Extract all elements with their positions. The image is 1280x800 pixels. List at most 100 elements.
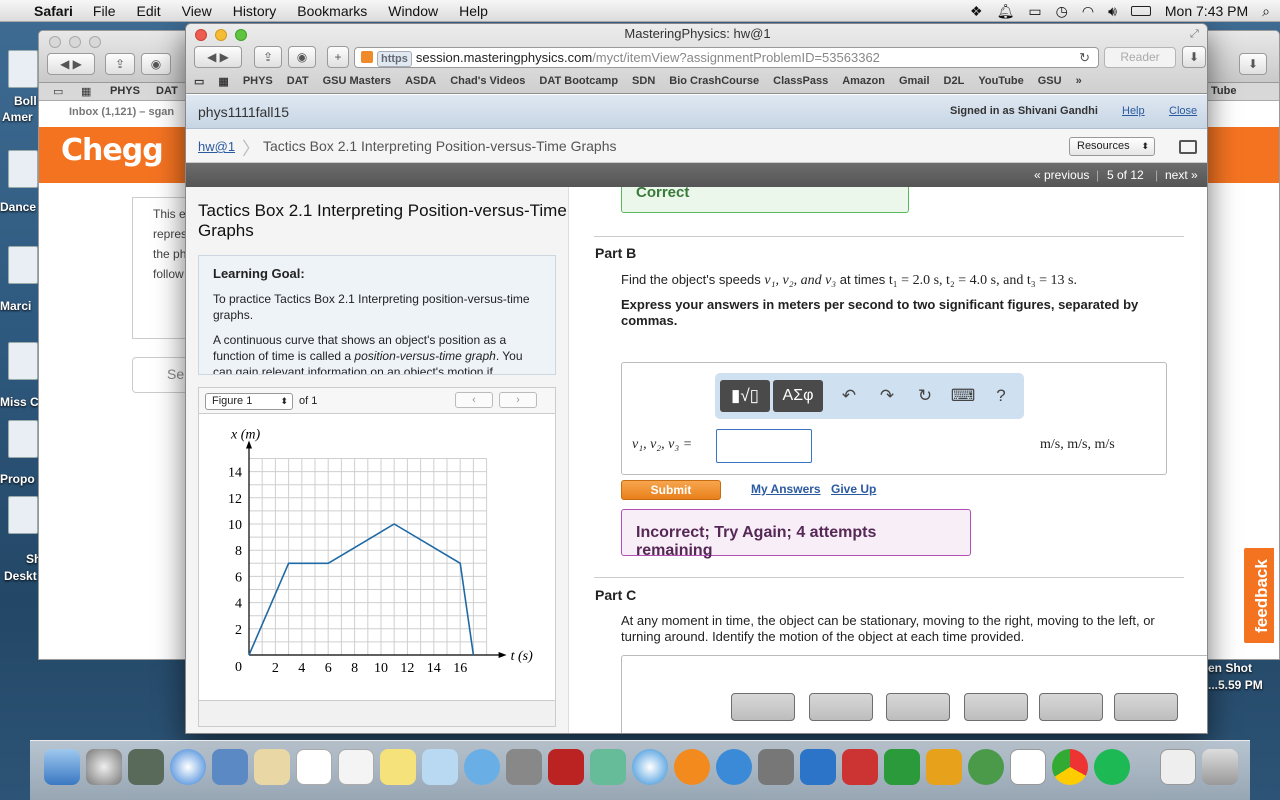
iphoto-icon[interactable] [590, 749, 626, 785]
fav-gsu-masters[interactable]: GSU Masters [323, 75, 391, 87]
keyboard-icon[interactable]: ⌨ [949, 380, 977, 412]
background-select[interactable]: Sel [132, 357, 188, 393]
fav-phys[interactable]: PHYS [243, 75, 273, 87]
minimize-icon[interactable] [69, 36, 81, 48]
notification-bell-icon[interactable]: 🔔︎ [997, 3, 1015, 20]
desktop-file-icon[interactable] [8, 50, 38, 88]
menu-file[interactable]: File [93, 3, 116, 19]
fav-amazon[interactable]: Amazon [842, 75, 885, 87]
airplay-icon[interactable]: ▭ [1028, 3, 1041, 20]
fav-link[interactable]: PHYS [110, 85, 140, 97]
menu-help[interactable]: Help [459, 3, 488, 19]
excel-icon[interactable] [884, 749, 920, 785]
menu-bookmarks[interactable]: Bookmarks [297, 3, 367, 19]
trash-icon[interactable] [1202, 749, 1238, 785]
stop-icon[interactable]: ◉ [141, 53, 171, 75]
template-button[interactable]: ▮√▯ [720, 380, 770, 412]
address-bar[interactable]: https session.masteringphysics.com/myct/i… [354, 47, 1099, 68]
photo-icon[interactable] [128, 749, 164, 785]
close-link[interactable]: Close [1169, 105, 1197, 117]
desktop-label[interactable]: en Shot [1208, 661, 1252, 675]
fav-youtube[interactable]: YouTube [978, 75, 1023, 87]
back-forward-button[interactable]: ◀ ▶ [47, 53, 95, 75]
battery-icon[interactable] [1130, 6, 1151, 16]
drag-target[interactable] [964, 693, 1028, 721]
fav-bio-crashcourse[interactable]: Bio CrashCourse [669, 75, 759, 87]
back-forward-button[interactable]: ◀ ▶ [194, 46, 242, 68]
desktop-label[interactable]: Marci [0, 299, 31, 313]
chrome-icon[interactable] [1052, 749, 1088, 785]
submit-button[interactable]: Submit [621, 480, 721, 500]
reader-button[interactable]: Reader [1104, 47, 1176, 68]
new-tab-icon[interactable]: + [327, 46, 349, 68]
help-icon[interactable]: ? [987, 380, 1015, 412]
system-preferences-icon[interactable] [758, 749, 794, 785]
breadcrumb-assignment-link[interactable]: hw@1 [198, 139, 235, 154]
fullscreen-icon[interactable]: ⤢ [1190, 28, 1199, 41]
photo-booth-icon[interactable] [548, 749, 584, 785]
fav-chads-videos[interactable]: Chad's Videos [450, 75, 525, 87]
figure-selector[interactable]: Figure 1 ⬍ [205, 393, 293, 410]
zoom-icon[interactable] [89, 36, 101, 48]
desktop-file-icon[interactable] [8, 496, 38, 534]
facetime-icon[interactable] [506, 749, 542, 785]
next-link[interactable]: next » [1165, 168, 1198, 182]
desktop-file-icon[interactable] [8, 150, 38, 188]
chevron-left-icon[interactable]: ‹ [455, 392, 493, 408]
itunes-icon[interactable] [632, 749, 668, 785]
redo-icon[interactable]: ↷ [873, 380, 901, 412]
menu-app-safari[interactable]: Safari [34, 3, 73, 19]
downloads-stack-icon[interactable] [1160, 749, 1196, 785]
spotify-icon[interactable] [1094, 749, 1130, 785]
more-favorites-icon[interactable]: » [1076, 75, 1082, 87]
fav-sdn[interactable]: SDN [632, 75, 655, 87]
desktop-label[interactable]: ...5.59 PM [1208, 678, 1263, 692]
share-icon[interactable]: ⇪ [105, 53, 135, 75]
menu-view[interactable]: View [182, 3, 212, 19]
safari-icon[interactable] [170, 749, 206, 785]
contacts-icon[interactable] [254, 749, 290, 785]
launchpad-icon[interactable] [86, 749, 122, 785]
powerpoint-icon[interactable] [842, 749, 878, 785]
symbols-button[interactable]: ΑΣφ [773, 380, 823, 412]
chevron-right-icon[interactable]: › [499, 392, 537, 408]
globe-icon[interactable] [968, 749, 1004, 785]
reading-list-icon[interactable]: ▭ [194, 75, 204, 88]
word-icon[interactable] [800, 749, 836, 785]
top-sites-icon[interactable]: ▦ [218, 75, 228, 88]
desktop-file-icon[interactable] [8, 246, 38, 284]
mail-icon[interactable] [212, 749, 248, 785]
fav-link[interactable]: DAT [156, 85, 178, 97]
gre-app-icon[interactable] [1010, 749, 1046, 785]
drag-target[interactable] [1114, 693, 1178, 721]
answer-input[interactable] [716, 429, 812, 463]
drag-target[interactable] [731, 693, 795, 721]
fav-d2l[interactable]: D2L [944, 75, 965, 87]
spotlight-search-icon[interactable]: ⌕ [1262, 3, 1270, 20]
downloads-icon[interactable]: ⬇ [1239, 53, 1267, 75]
app-store-icon[interactable] [716, 749, 752, 785]
stop-icon[interactable]: ◉ [288, 46, 316, 68]
undo-icon[interactable]: ↶ [835, 380, 863, 412]
chegg-logo[interactable]: Chegg [61, 133, 164, 168]
desktop-label[interactable]: Miss C [0, 395, 39, 409]
desktop-label[interactable]: Amer [2, 110, 33, 124]
desktop-label[interactable]: Propo [0, 472, 35, 486]
fav-asda[interactable]: ASDA [405, 75, 436, 87]
time-machine-icon[interactable]: ◷ [1056, 3, 1068, 20]
reading-list-icon[interactable]: ▭ [53, 85, 63, 98]
desktop-label[interactable]: Dance [0, 200, 36, 214]
notes-icon[interactable] [380, 749, 416, 785]
reset-icon[interactable]: ↻ [911, 380, 939, 412]
print-icon[interactable] [1179, 140, 1197, 154]
share-icon[interactable]: ⇪ [254, 46, 282, 68]
resources-dropdown[interactable]: Resources ⬍ [1069, 137, 1155, 156]
close-icon[interactable] [49, 36, 61, 48]
drag-target[interactable] [886, 693, 950, 721]
learning-goal-box[interactable]: Learning Goal: To practice Tactics Box 2… [198, 255, 556, 375]
calendar-icon[interactable] [296, 749, 332, 785]
desktop-file-icon[interactable] [8, 342, 38, 380]
volume-icon[interactable]: 🔊︎ [1108, 3, 1117, 20]
drag-target[interactable] [1039, 693, 1103, 721]
drag-target[interactable] [809, 693, 873, 721]
